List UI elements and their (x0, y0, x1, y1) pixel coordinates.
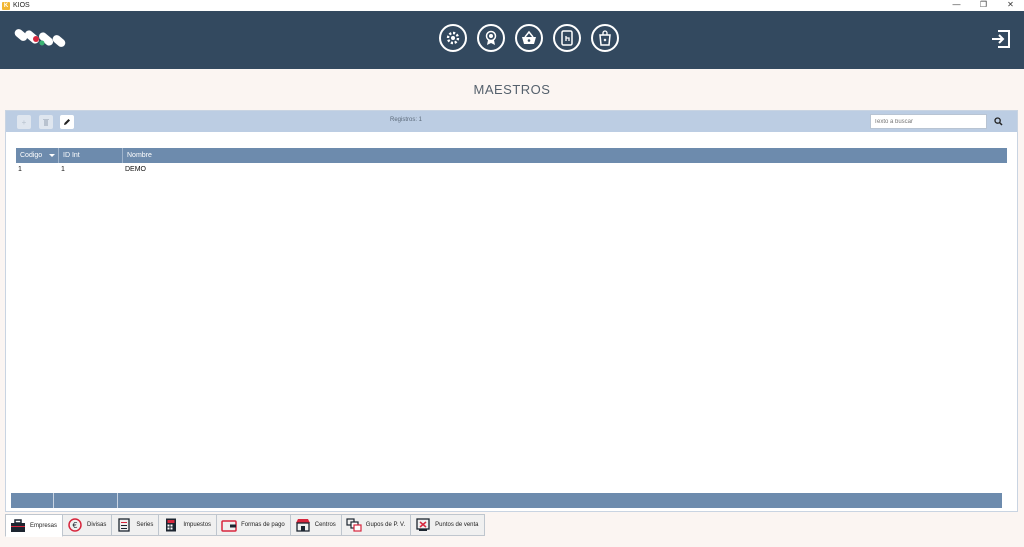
tab-formas-de-pago[interactable]: Formas de pago (217, 514, 291, 536)
grid-header-row: Codigo ID Int Nombre (16, 148, 1007, 163)
tab-divisas[interactable]: € Divisas (63, 514, 113, 536)
calculator-icon (162, 517, 180, 533)
basket-nav-button[interactable] (515, 24, 543, 52)
sort-descending-icon (49, 154, 55, 157)
window-titlebar: K KIOS — ❐ ✕ (0, 0, 1024, 11)
pos-icon (414, 517, 432, 533)
masters-panel: + Registros: 1 Codigo ID Int Nombre 1 1 (5, 110, 1018, 512)
tab-impuestos[interactable]: Impuestos (159, 514, 218, 536)
brand-logo (14, 29, 66, 47)
svg-text:€: € (72, 521, 77, 530)
close-button[interactable]: ✕ (997, 0, 1024, 11)
store-icon (294, 517, 312, 533)
window-title: KIOS (13, 2, 30, 9)
cell-id-int: 1 (61, 166, 65, 173)
tab-grupos-pv[interactable]: Gupos de P. V. (341, 514, 412, 536)
window-controls: — ❐ ✕ (943, 0, 1024, 11)
grid-footer (11, 493, 1002, 508)
search-input[interactable] (870, 114, 987, 129)
search-icon (993, 117, 1003, 126)
tab-centros[interactable]: Centros (290, 514, 342, 536)
tab-empresas[interactable]: Empresas (5, 514, 64, 537)
main-content: MAESTROS + Registros: 1 Codigo ID Int No… (0, 69, 1024, 547)
footer-cell (54, 493, 118, 508)
bottom-tabs: Empresas € Divisas Series Impuestos Form… (5, 514, 485, 537)
gear-icon (446, 31, 460, 45)
euro-icon: € (66, 517, 84, 533)
footer-cell (11, 493, 54, 508)
tab-puntos-de-venta[interactable]: Puntos de venta (411, 514, 485, 536)
series-icon (115, 517, 133, 533)
minimize-button[interactable]: — (943, 0, 970, 11)
app-icon: K (2, 1, 10, 10)
wallet-icon (220, 517, 238, 533)
touch-screen-icon (561, 30, 573, 46)
tab-series[interactable]: Series (112, 514, 160, 536)
records-count: Registros: 1 (389, 117, 422, 123)
touch-screen-nav-button[interactable] (553, 24, 581, 52)
shopping-bag-icon (599, 30, 611, 46)
data-grid: Codigo ID Int Nombre 1 1 DEMO (16, 148, 1007, 177)
page-title: MAESTROS (473, 82, 551, 97)
table-row[interactable]: 1 1 DEMO (16, 163, 1007, 177)
briefcase-icon (9, 518, 27, 534)
shopping-bag-nav-button[interactable] (591, 24, 619, 52)
column-header-codigo[interactable]: Codigo (16, 148, 59, 163)
column-header-nombre[interactable]: Nombre (123, 148, 1007, 163)
cell-codigo: 1 (18, 166, 22, 173)
search-button[interactable] (990, 114, 1006, 129)
basket-icon (522, 30, 536, 44)
award-nav-button[interactable] (477, 24, 505, 52)
app-header (0, 11, 1024, 69)
groups-icon (345, 517, 363, 533)
footer-cell (118, 493, 1002, 508)
settings-nav-button[interactable] (439, 24, 467, 52)
cell-nombre: DEMO (125, 166, 146, 173)
restore-button[interactable]: ❐ (970, 0, 997, 11)
logout-icon[interactable] (990, 28, 1012, 50)
award-icon (485, 30, 497, 45)
grid-toolbar: + Registros: 1 (6, 111, 1017, 132)
column-header-id-int[interactable]: ID Int (59, 148, 123, 163)
main-navigation (439, 24, 619, 52)
